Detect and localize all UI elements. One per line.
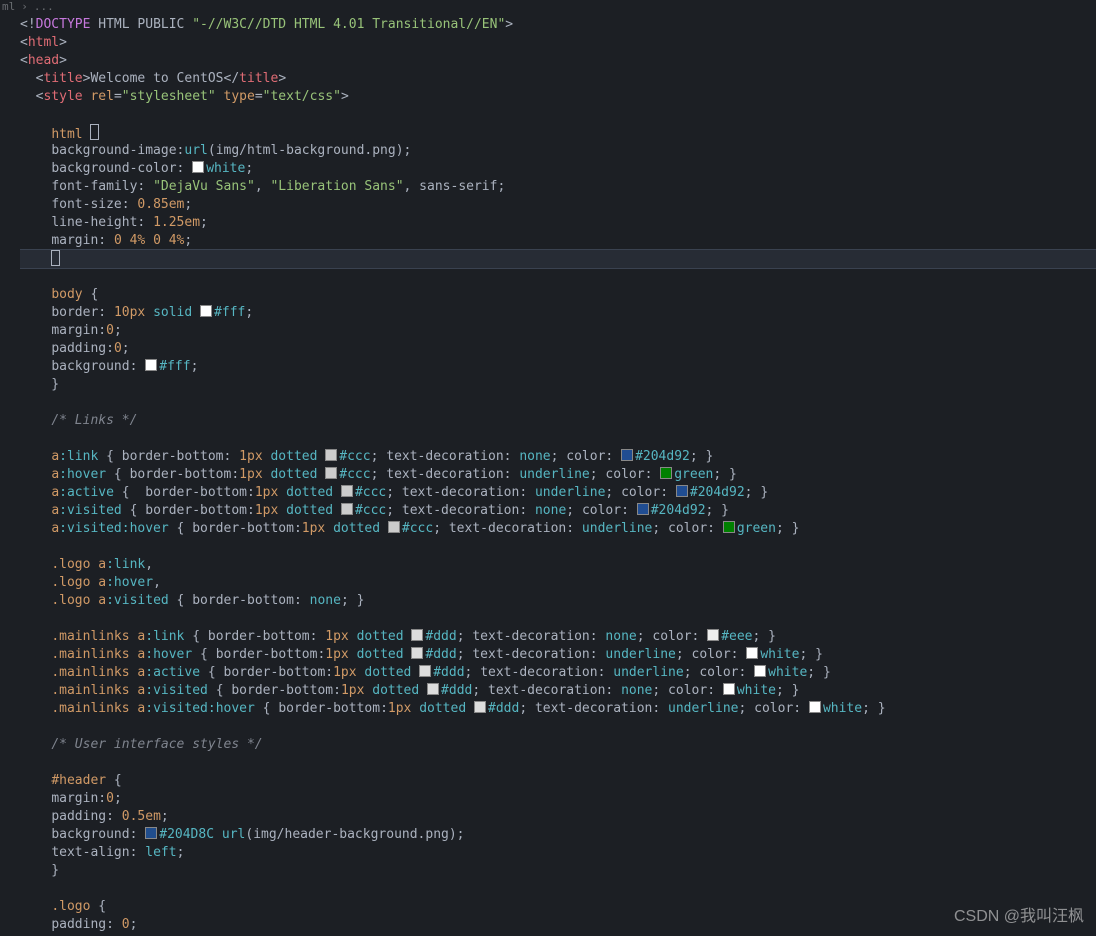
- color-swatch-icon: [325, 467, 337, 479]
- code-line[interactable]: #header {: [20, 772, 1096, 790]
- color-swatch-icon: [637, 503, 649, 515]
- color-swatch-icon: [200, 305, 212, 317]
- code-line[interactable]: .logo {: [20, 898, 1096, 916]
- code-line[interactable]: background-color: white;: [20, 160, 1096, 178]
- code-line[interactable]: .logo a:link,: [20, 556, 1096, 574]
- color-swatch-icon: [192, 161, 204, 173]
- color-swatch-icon: [388, 521, 400, 533]
- code-line[interactable]: a:link { border-bottom: 1px dotted #ccc;…: [20, 448, 1096, 466]
- code-line[interactable]: [20, 538, 1096, 556]
- code-line[interactable]: background-image:url(img/html-background…: [20, 142, 1096, 160]
- code-line-active[interactable]: [20, 249, 1096, 269]
- color-swatch-icon: [723, 683, 735, 695]
- code-line[interactable]: background: #fff;: [20, 358, 1096, 376]
- code-line[interactable]: .mainlinks a:visited { border-bottom:1px…: [20, 682, 1096, 700]
- code-editor[interactable]: <!DOCTYPE HTML PUBLIC "-//W3C//DTD HTML …: [0, 14, 1096, 934]
- code-line[interactable]: [20, 718, 1096, 736]
- code-line[interactable]: [20, 880, 1096, 898]
- color-swatch-icon: [621, 449, 633, 461]
- color-swatch-icon: [707, 629, 719, 641]
- code-line[interactable]: padding: 0.5em;: [20, 808, 1096, 826]
- code-line[interactable]: a:hover { border-bottom:1px dotted #ccc;…: [20, 466, 1096, 484]
- code-line[interactable]: background: #204D8C url(img/header-backg…: [20, 826, 1096, 844]
- code-line[interactable]: .mainlinks a:hover { border-bottom:1px d…: [20, 646, 1096, 664]
- code-line[interactable]: padding: 0;: [20, 916, 1096, 934]
- color-swatch-icon: [746, 647, 758, 659]
- color-swatch-icon: [341, 485, 353, 497]
- code-line[interactable]: margin:0;: [20, 790, 1096, 808]
- color-swatch-icon: [145, 827, 157, 839]
- cursor-icon: [90, 124, 99, 140]
- code-line[interactable]: html: [20, 124, 1096, 142]
- cursor-icon: [51, 250, 60, 266]
- code-line[interactable]: border: 10px solid #fff;: [20, 304, 1096, 322]
- code-line[interactable]: <style rel="stylesheet" type="text/css">: [20, 88, 1096, 106]
- code-line[interactable]: [20, 106, 1096, 124]
- code-line[interactable]: <head>: [20, 52, 1096, 70]
- code-line[interactable]: }: [20, 862, 1096, 880]
- code-line[interactable]: .mainlinks a:link { border-bottom: 1px d…: [20, 628, 1096, 646]
- code-line[interactable]: text-align: left;: [20, 844, 1096, 862]
- code-line[interactable]: font-size: 0.85em;: [20, 196, 1096, 214]
- code-line[interactable]: /* Links */: [20, 412, 1096, 430]
- code-line[interactable]: body {: [20, 286, 1096, 304]
- code-line[interactable]: [20, 754, 1096, 772]
- code-line[interactable]: /* User interface styles */: [20, 736, 1096, 754]
- code-line[interactable]: }: [20, 376, 1096, 394]
- code-line[interactable]: .logo a:hover,: [20, 574, 1096, 592]
- code-line[interactable]: <title>Welcome to CentOS</title>: [20, 70, 1096, 88]
- breadcrumb[interactable]: ml › ...: [0, 0, 1096, 14]
- code-line[interactable]: a:active { border-bottom:1px dotted #ccc…: [20, 484, 1096, 502]
- code-line[interactable]: font-family: "DejaVu Sans", "Liberation …: [20, 178, 1096, 196]
- color-swatch-icon: [411, 629, 423, 641]
- color-swatch-icon: [145, 359, 157, 371]
- code-line[interactable]: [20, 268, 1096, 286]
- color-swatch-icon: [660, 467, 672, 479]
- color-swatch-icon: [427, 683, 439, 695]
- color-swatch-icon: [474, 701, 486, 713]
- watermark: CSDN @我叫汪枫: [954, 908, 1084, 926]
- code-line[interactable]: a:visited:hover { border-bottom:1px dott…: [20, 520, 1096, 538]
- code-line[interactable]: margin: 0 4% 0 4%;: [20, 232, 1096, 250]
- code-line[interactable]: line-height: 1.25em;: [20, 214, 1096, 232]
- color-swatch-icon: [754, 665, 766, 677]
- code-line[interactable]: [20, 610, 1096, 628]
- code-line[interactable]: margin:0;: [20, 322, 1096, 340]
- code-line[interactable]: .logo a:visited { border-bottom: none; }: [20, 592, 1096, 610]
- code-line[interactable]: .mainlinks a:visited:hover { border-bott…: [20, 700, 1096, 718]
- code-line[interactable]: padding:0;: [20, 340, 1096, 358]
- color-swatch-icon: [676, 485, 688, 497]
- code-line[interactable]: .mainlinks a:active { border-bottom:1px …: [20, 664, 1096, 682]
- color-swatch-icon: [419, 665, 431, 677]
- color-swatch-icon: [325, 449, 337, 461]
- code-line[interactable]: [20, 394, 1096, 412]
- code-line[interactable]: <html>: [20, 34, 1096, 52]
- color-swatch-icon: [411, 647, 423, 659]
- color-swatch-icon: [809, 701, 821, 713]
- code-line[interactable]: <!DOCTYPE HTML PUBLIC "-//W3C//DTD HTML …: [20, 16, 1096, 34]
- color-swatch-icon: [341, 503, 353, 515]
- color-swatch-icon: [723, 521, 735, 533]
- code-line[interactable]: a:visited { border-bottom:1px dotted #cc…: [20, 502, 1096, 520]
- code-line[interactable]: [20, 430, 1096, 448]
